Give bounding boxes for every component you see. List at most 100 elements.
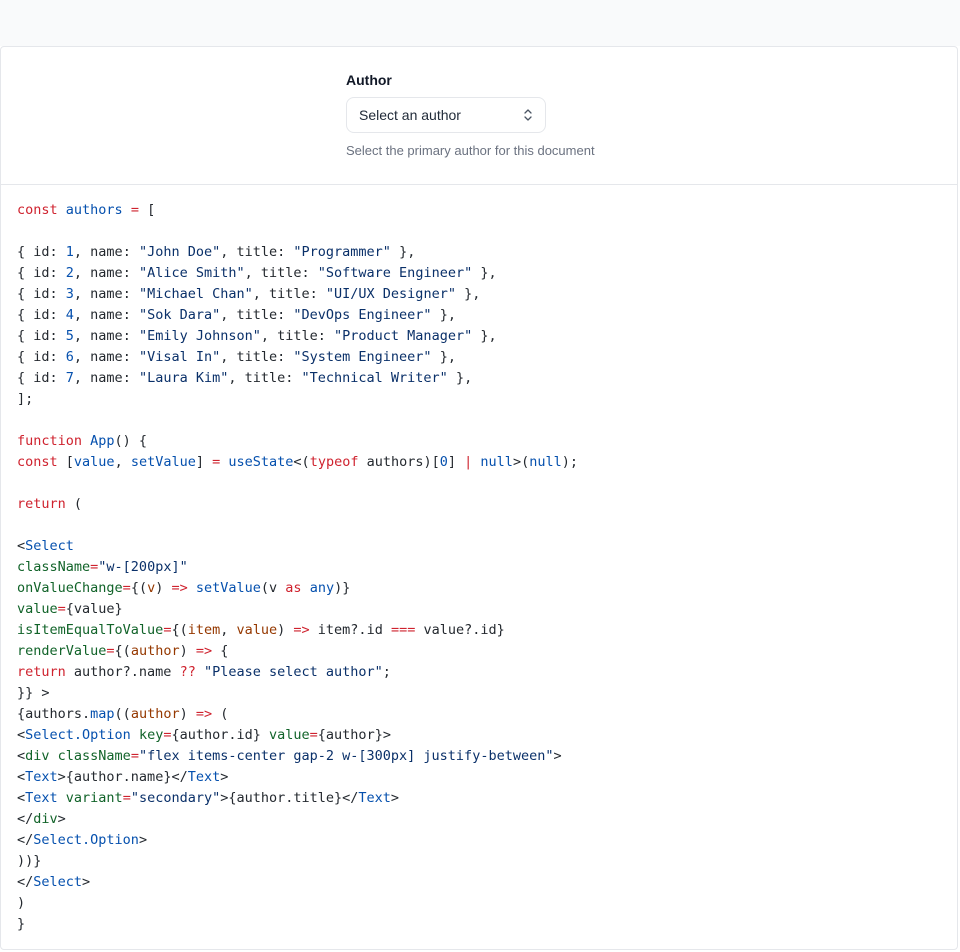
code-line: { id: 2, name: "Alice Smith", title: "So…	[17, 263, 941, 284]
code-token: ,	[220, 622, 237, 638]
code-token: "Alice Smith"	[138, 265, 245, 281]
chevron-up-down-icon	[523, 108, 533, 122]
code-token: isItemEqualToValue	[17, 622, 164, 638]
code-token: Select	[25, 538, 74, 554]
code-token: },	[455, 286, 481, 302]
code-token: ];	[17, 391, 34, 407]
author-select[interactable]: Select an author	[346, 97, 546, 133]
code-token: "Please select author"	[203, 664, 383, 680]
demo-card: Author Select an author Select the prima…	[0, 46, 958, 950]
code-token: return	[17, 664, 74, 680]
code-token: , name:	[73, 349, 139, 365]
code-token: 4	[65, 307, 74, 323]
code-line: { id: 4, name: "Sok Dara", title: "DevOp…	[17, 305, 941, 326]
code-token: "System Engineer"	[293, 349, 432, 365]
code-line: { id: 1, name: "John Doe", title: "Progr…	[17, 242, 941, 263]
code-token: [	[65, 454, 74, 470]
code-token: =	[212, 454, 229, 470]
code-token: authors)[	[366, 454, 440, 470]
code-token: )	[179, 643, 196, 659]
code-token: author	[130, 706, 180, 722]
code-line: <Select.Option key={author.id} value={au…	[17, 725, 941, 746]
code-token: (v	[260, 580, 286, 596]
code-token: )	[17, 895, 26, 911]
code-token: )	[277, 622, 294, 638]
code-token: =	[122, 202, 148, 218]
code-token: , title:	[220, 307, 294, 323]
code-token: >	[390, 790, 400, 806]
code-token: >(	[512, 454, 530, 470]
code-token: 5	[65, 328, 74, 344]
code-line: const authors = [	[17, 200, 941, 221]
code-token: , title:	[220, 244, 294, 260]
code-line: value={value}	[17, 599, 941, 620]
code-token: , title:	[244, 265, 318, 281]
code-token: return	[17, 496, 74, 512]
code-token: typeof	[309, 454, 367, 470]
code-token: { id:	[17, 244, 66, 260]
code-token: )}	[334, 580, 351, 596]
author-field: Author Select an author Select the prima…	[346, 71, 646, 158]
code-token: "Sok Dara"	[138, 307, 221, 323]
code-line: { id: 5, name: "Emily Johnson", title: "…	[17, 326, 941, 347]
code-token: "Technical Writer"	[301, 370, 448, 386]
code-token: value	[269, 727, 310, 743]
code-token: }} >	[17, 685, 50, 701]
code-token: }	[17, 916, 26, 932]
code-line: </div>	[17, 809, 941, 830]
code-line: ))}	[17, 851, 941, 872]
code-token: Text	[25, 790, 66, 806]
code-token: ]	[195, 454, 213, 470]
code-token: className	[17, 559, 91, 575]
code-token: ===	[390, 622, 424, 638]
code-token: variant	[65, 790, 123, 806]
code-line: ];	[17, 389, 941, 410]
code-token: { id:	[17, 370, 66, 386]
code-token: =	[122, 580, 131, 596]
code-line: }	[17, 914, 941, 935]
code-token: 2	[65, 265, 74, 281]
code-token: { id:	[17, 328, 66, 344]
code-line: { id: 3, name: "Michael Chan", title: "U…	[17, 284, 941, 305]
code-token: "Programmer"	[293, 244, 391, 260]
code-token: {author.id}	[171, 727, 270, 743]
code-token: 7	[65, 370, 74, 386]
code-token: =>	[195, 706, 221, 722]
code-token: <	[17, 748, 26, 764]
code-token: "DevOps Engineer"	[293, 307, 432, 323]
select-value: Select an author	[359, 107, 461, 123]
code-token: ??	[179, 664, 204, 680]
code-token: value	[236, 622, 278, 638]
code-token: =	[57, 601, 66, 617]
code-token: ;	[382, 664, 391, 680]
code-token: const	[17, 202, 66, 218]
code-token: "secondary"	[130, 790, 221, 806]
code-token: , title:	[228, 370, 302, 386]
code-token: },	[431, 349, 456, 365]
code-token: as	[285, 580, 310, 596]
code-token: value?.id}	[423, 622, 505, 638]
code-token: >{author.title}</	[220, 790, 359, 806]
code-block: const authors = [ { id: 1, name: "John Do…	[1, 185, 957, 935]
code-token: >	[138, 832, 148, 848]
code-token: div	[25, 748, 58, 764]
code-token: "John Doe"	[138, 244, 221, 260]
code-token: { id:	[17, 265, 66, 281]
code-token: =>	[293, 622, 318, 638]
code-token: (	[73, 496, 83, 512]
code-token: =>	[195, 643, 221, 659]
code-line: <Text variant="secondary">{author.title}…	[17, 788, 941, 809]
preview-area: Author Select an author Select the prima…	[1, 47, 957, 185]
code-token: },	[447, 370, 473, 386]
code-line: className="w-[200px]"	[17, 557, 941, 578]
code-line: <Select	[17, 536, 941, 557]
code-token: },	[472, 265, 497, 281]
code-token: "Michael Chan"	[138, 286, 253, 302]
code-token: >	[57, 811, 66, 827]
code-token: "UI/UX Designer"	[325, 286, 456, 302]
code-token: , name:	[73, 370, 139, 386]
code-line: isItemEqualToValue={(item, value) => ite…	[17, 620, 941, 641]
